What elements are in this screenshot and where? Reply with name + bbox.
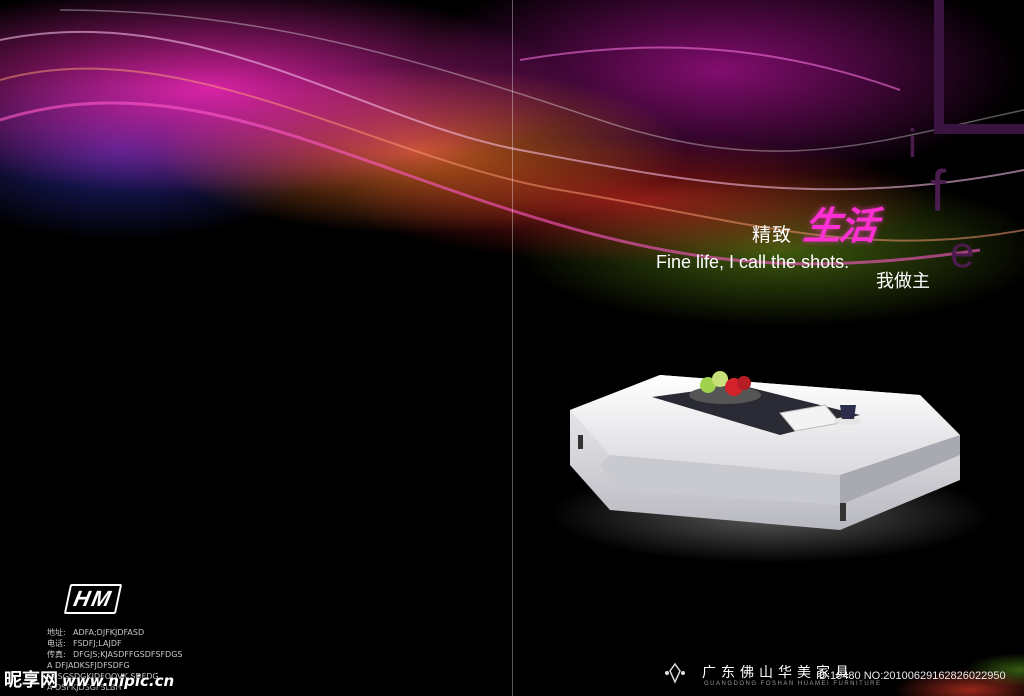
slogan-life-calligraphy: 生活 — [801, 203, 879, 248]
slogan-refined: 精致 — [752, 224, 793, 246]
contact-row: 电话: FSDFJ;LAJDF — [47, 638, 183, 649]
brochure-spread: i f e 精致 生活 Fine life, I call the shots.… — [0, 0, 1024, 696]
contact-label: 电话: — [47, 639, 66, 648]
company-emblem-icon — [665, 662, 685, 684]
page-fold-line — [512, 0, 513, 696]
contact-row: 地址: ADFA;DJFKJDFASD — [47, 627, 183, 638]
coffee-table-image — [550, 371, 990, 563]
corner-glow-decoration — [860, 640, 1024, 696]
slogan-i-decide: 我做主 — [876, 271, 930, 292]
brand-logo: HM — [63, 584, 123, 614]
contact-value: ADFA;DJFKJDFASD — [73, 628, 145, 637]
life-letter-i: i — [908, 122, 917, 166]
slogan-english: Fine life, I call the shots. — [656, 252, 850, 272]
life-frame-decoration — [934, 0, 1024, 134]
contact-value: DFGJS;KJASDFFGSDFSFDGS — [73, 650, 183, 659]
contact-label: 地址: — [47, 628, 66, 637]
contact-row: 传真: DFGJS;KJASDFFGSDFSFDGS — [47, 649, 183, 660]
life-letter-f: f — [930, 159, 947, 224]
image-id-note: ID:10480 NO:20100629162826022950 — [816, 670, 1006, 682]
watermark-site: www.nipic.cn — [62, 672, 175, 690]
contact-value: FSDFJ;LAJDF — [73, 639, 122, 648]
contact-label: 传真: — [47, 650, 66, 659]
watermark: 昵享网 www.nipic.cn — [4, 666, 174, 692]
life-letter-e: e — [950, 228, 975, 277]
watermark-cn: 昵享网 — [4, 670, 58, 691]
